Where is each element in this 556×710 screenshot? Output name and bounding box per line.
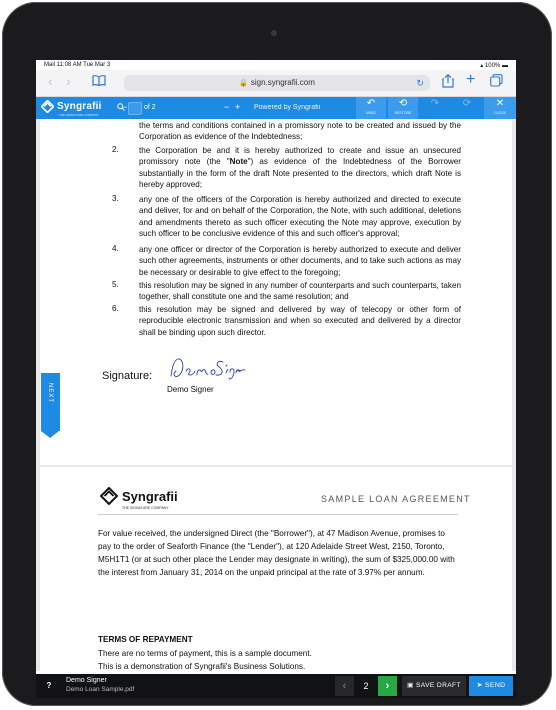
section-heading: TERMS OF REPAYMENT [98,635,193,644]
resolution-item: the Corporation be and it is hereby auth… [139,146,461,189]
brand-logo: Syngrafii THE SIGNATURE COMPANY [41,100,102,117]
previous-page-button[interactable]: ‹ [335,676,354,696]
document-viewer[interactable]: the terms and conditions contained in a … [36,119,516,671]
item-number: 5. [112,280,119,289]
battery-indicator: ▴ 100% ▬ [480,63,508,69]
save-draft-button[interactable]: ▣ SAVE DRAFT [402,676,466,696]
redo-button[interactable]: ↷ [420,97,450,119]
refresh-icon: ⟳ [462,98,472,109]
next-field-tab[interactable]: NEXT [41,373,60,438]
page-number-input[interactable] [128,102,142,115]
current-page: 2 [363,681,369,691]
lock-icon: 🔒 [239,80,248,87]
restore-icon: ⟲ [398,98,408,109]
signature-image[interactable] [168,354,248,387]
restore-button[interactable]: ⟲ RESTORE [388,97,418,119]
send-button[interactable]: ➤ SEND [469,676,513,696]
status-bar: Mail 11:08 AM Tue Mar 3 ▴ 100% ▬ [36,60,516,70]
powered-by: Powered by Syngrafii [254,104,321,111]
item-number: 2. [112,145,119,154]
zoom-out-button[interactable]: − [122,102,127,112]
file-name: Demo Loan Sample.pdf [66,686,135,693]
signer-name: Demo Signer [167,385,214,394]
next-page-button[interactable]: › [378,676,397,696]
loan-paragraph: For value received, the undersigned Dire… [98,529,455,577]
brand-subtitle: THE SIGNATURE COMPANY [59,113,99,117]
back-icon[interactable]: ‹ [48,73,53,89]
app-toolbar: Syngrafii THE SIGNATURE COMPANY − of 2 −… [36,97,516,119]
send-icon: ➤ [476,682,485,689]
document-logo: Syngrafii THE SIGNATURE COMPANY [100,487,178,510]
resolution-item: this resolution may be signed in any num… [139,281,461,302]
url-text: sign.syngrafii.com [250,78,315,87]
item-number: 3. [112,194,119,203]
forward-icon[interactable]: › [66,73,71,89]
item-number: 6. [112,304,119,313]
zoom-in-button[interactable]: + [235,102,240,112]
zoom-out-button-2[interactable]: − [224,102,229,112]
help-button[interactable]: ? [36,674,62,698]
resolution-intro: the terms and conditions contained in a … [139,121,461,142]
syngrafii-logo-icon [41,100,54,113]
resolution-item: any one officer or director of the Corpo… [139,245,461,277]
document-page-1: the terms and conditions contained in a … [40,119,512,465]
brand-name: Syngrafii [57,101,102,112]
document-title: SAMPLE LOAN AGREEMENT [321,494,471,504]
share-icon[interactable] [442,73,454,91]
resolution-item: this resolution may be signed and delive… [139,305,461,337]
bottom-bar: ? Demo Signer Demo Loan Sample.pdf ‹ 2 ›… [36,674,516,698]
signer-name: Demo Signer [66,677,107,684]
undo-button[interactable]: ↶ UNDO [356,97,386,119]
url-bar[interactable]: 🔒 sign.syngrafii.com ↻ [124,75,430,91]
item-number: 4. [112,244,119,253]
redo-icon: ↷ [430,98,440,109]
document-page-2: Syngrafii THE SIGNATURE COMPANY SAMPLE L… [40,467,512,671]
browser-toolbar: ‹ › 🔒 sign.syngrafii.com ↻ + [36,70,516,97]
bookmarks-icon[interactable] [92,74,106,89]
status-left: Mail 11:08 AM Tue Mar 3 [44,62,111,68]
signature-label: Signature: [102,370,153,382]
divider [98,514,458,515]
tablet-frame: Mail 11:08 AM Tue Mar 3 ▴ 100% ▬ ‹ › 🔒 si… [2,2,552,706]
page-count: of 2 [144,104,156,111]
refresh-button[interactable]: ⟳ [452,97,482,119]
tabs-icon[interactable] [490,74,503,90]
close-button[interactable]: ✕ CLOSE [484,97,516,119]
signer-info: Demo Signer Demo Loan Sample.pdf [66,677,134,693]
save-icon: ▣ [407,682,416,689]
resolution-item: any one of the officers of the Corporati… [139,195,461,238]
undo-icon: ↶ [366,98,376,109]
section-text: There are no terms of payment, this is a… [98,649,312,671]
close-icon: ✕ [495,98,505,109]
reload-icon[interactable]: ↻ [416,75,424,91]
screen: Mail 11:08 AM Tue Mar 3 ▴ 100% ▬ ‹ › 🔒 si… [36,60,516,698]
camera [271,30,277,36]
syngrafii-logo-icon [100,487,118,505]
new-tab-icon[interactable]: + [466,71,475,89]
